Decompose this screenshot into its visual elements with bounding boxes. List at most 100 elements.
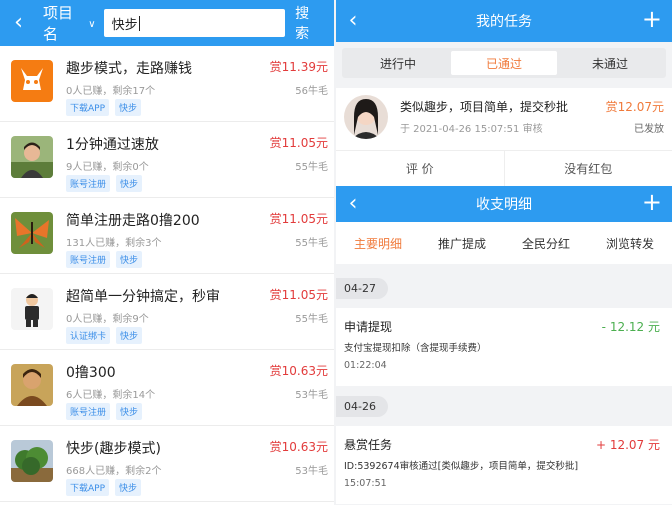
butterfly-avatar bbox=[11, 212, 53, 254]
task-title: 快步(趣步模式) bbox=[66, 441, 161, 457]
ledger-title: 收支明细 bbox=[476, 197, 532, 213]
task-tag: 认证绑卡 bbox=[66, 327, 111, 344]
task-tag: 快步 bbox=[116, 327, 143, 344]
date-label: 04-27 bbox=[336, 277, 388, 299]
task-title: 超简单一分钟搞定，秒审 bbox=[66, 289, 220, 305]
date-label: 04-26 bbox=[336, 395, 388, 417]
record-description: 支付宝提现扣除（含提现手续费） bbox=[344, 343, 487, 354]
task-tag: 账号注册 bbox=[66, 403, 111, 420]
task-reward: 赏11.39元 bbox=[269, 60, 328, 74]
review-button[interactable]: 评 价 bbox=[336, 151, 504, 186]
task-tag: 快步 bbox=[115, 479, 142, 496]
ledger-record[interactable]: 悬赏任务 ID:5392674审核通过[类似趣步，项目简单，提交秒批] 15:0… bbox=[336, 426, 672, 504]
task-tag: 快步 bbox=[116, 175, 143, 192]
task-tag: 快步 bbox=[116, 251, 143, 268]
date-group: 04-27 bbox=[336, 274, 672, 302]
back-arrow-icon[interactable]: ‹ bbox=[342, 193, 364, 215]
project-name-label: 项目名 bbox=[42, 4, 73, 43]
task-title: 趣步模式，走路赚钱 bbox=[66, 61, 192, 77]
tab-main-details[interactable]: 主要明细 bbox=[336, 235, 420, 252]
task-coin: 55牛毛 bbox=[295, 314, 328, 325]
warrior-avatar bbox=[11, 364, 53, 406]
task-title: 0撸300 bbox=[66, 365, 116, 381]
my-task-status: 已发放 bbox=[634, 124, 664, 135]
task-item[interactable]: 趣步模式，走路赚钱 0人已赚，剩余17个 下载APP 快步 赏11.39元 56… bbox=[0, 46, 334, 122]
tab-rejected[interactable]: 未通过 bbox=[557, 51, 663, 75]
task-meta: 0人已赚，剩余9个 bbox=[66, 314, 149, 325]
task-coin: 55牛毛 bbox=[295, 162, 328, 173]
task-search-panel: ‹ 项目名 ∨ 快步 搜 索 趣步模式，走路赚钱 0人已赚，剩余17个 下载AP… bbox=[0, 0, 334, 505]
chevron-down-icon: ∨ bbox=[88, 18, 96, 30]
record-title: 悬赏任务 bbox=[344, 438, 393, 452]
date-group: 04-26 bbox=[336, 392, 672, 420]
task-tag: 快步 bbox=[115, 99, 142, 116]
text-cursor bbox=[138, 15, 140, 31]
task-reward: 赏11.05元 bbox=[269, 136, 328, 150]
task-tag: 账号注册 bbox=[66, 251, 111, 268]
task-coin: 55牛毛 bbox=[295, 238, 328, 249]
task-coin: 53牛毛 bbox=[295, 466, 328, 477]
task-status-tabs: 进行中 已通过 未通过 bbox=[342, 48, 666, 78]
my-task-title: 类似趣步，项目简单，提交秒批 bbox=[400, 100, 569, 114]
record-description: ID:5392674审核通过[类似趣步，项目简单，提交秒批] bbox=[344, 461, 579, 472]
task-title: 1分钟通过速放 bbox=[66, 137, 159, 153]
portrait-avatar bbox=[11, 136, 53, 178]
my-task-time: 于 2021-04-26 15:07:51 审核 bbox=[400, 124, 543, 135]
my-tasks-panel: ‹ 我的任务 + 进行中 已通过 未通过 类似趣步，项目简单，提交秒批 于 20… bbox=[336, 0, 672, 505]
plus-icon[interactable]: + bbox=[642, 7, 662, 31]
record-amount: - 12.12 元 bbox=[601, 320, 660, 334]
task-item[interactable]: 1分钟通过速放 9人已赚，剩余0个 账号注册 快步 赏11.05元 55牛毛 bbox=[0, 122, 334, 198]
task-item[interactable]: 超简单一分钟搞定，秒审 0人已赚，剩余9个 认证绑卡 快步 赏11.05元 55… bbox=[0, 274, 334, 350]
task-coin: 53牛毛 bbox=[295, 390, 328, 401]
my-task-reward: 赏12.07元 bbox=[605, 100, 664, 114]
task-meta: 0人已赚，剩余17个 bbox=[66, 86, 156, 97]
task-list: 趣步模式，走路赚钱 0人已赚，剩余17个 下载APP 快步 赏11.39元 56… bbox=[0, 46, 334, 502]
my-tasks-header: ‹ 我的任务 + bbox=[336, 0, 672, 42]
search-input-value: 快步 bbox=[111, 17, 138, 33]
screenshot-root: ‹ 项目名 ∨ 快步 搜 索 趣步模式，走路赚钱 0人已赚，剩余17个 下载AP… bbox=[0, 0, 672, 505]
tree-avatar bbox=[11, 440, 53, 482]
back-arrow-icon[interactable]: ‹ bbox=[8, 12, 29, 34]
no-red-packet-button[interactable]: 没有红包 bbox=[503, 151, 672, 186]
task-coin: 56牛毛 bbox=[295, 86, 328, 97]
record-amount: + 12.07 元 bbox=[595, 438, 660, 452]
task-tag: 快步 bbox=[116, 403, 143, 420]
task-tag: 下载APP bbox=[66, 479, 110, 496]
tab-dividends[interactable]: 全民分红 bbox=[504, 235, 588, 252]
my-task-card[interactable]: 类似趣步，项目简单，提交秒批 于 2021-04-26 15:07:51 审核 … bbox=[336, 88, 672, 150]
my-tasks-title: 我的任务 bbox=[476, 14, 532, 30]
my-task-actions: 评 价 没有红包 bbox=[336, 150, 672, 186]
task-item[interactable]: 快步(趣步模式) 668人已赚，剩余2个 下载APP 快步 赏10.63元 53… bbox=[0, 426, 334, 502]
task-reward: 赏11.05元 bbox=[269, 288, 328, 302]
task-reward: 赏10.63元 bbox=[269, 440, 328, 454]
ledger-tabs: 主要明细 推广提成 全民分红 浏览转发 bbox=[336, 222, 672, 264]
task-reward: 赏10.63元 bbox=[269, 364, 328, 378]
task-tag: 账号注册 bbox=[66, 175, 111, 192]
tab-in-progress[interactable]: 进行中 bbox=[345, 51, 451, 75]
record-title: 申请提现 bbox=[344, 320, 393, 334]
task-item[interactable]: 0撸300 6人已赚，剩余14个 账号注册 快步 赏10.63元 53牛毛 bbox=[0, 350, 334, 426]
search-input[interactable]: 快步 bbox=[103, 9, 286, 37]
task-reward: 赏11.05元 bbox=[269, 212, 328, 226]
ledger-header: ‹ 收支明细 + bbox=[336, 186, 672, 222]
record-time: 01:22:04 bbox=[344, 360, 387, 371]
ledger-record[interactable]: 申请提现 支付宝提现扣除（含提现手续费） 01:22:04 - 12.12 元 bbox=[336, 308, 672, 386]
tab-browse-share[interactable]: 浏览转发 bbox=[588, 235, 672, 252]
task-tag: 下载APP bbox=[66, 99, 110, 116]
search-header: ‹ 项目名 ∨ 快步 搜 索 bbox=[0, 0, 334, 46]
search-button[interactable]: 搜 索 bbox=[295, 3, 326, 43]
back-arrow-icon[interactable]: ‹ bbox=[342, 10, 364, 32]
cartoon-man-avatar bbox=[11, 288, 53, 330]
task-meta: 131人已赚，剩余3个 bbox=[66, 238, 162, 249]
task-meta: 9人已赚，剩余0个 bbox=[66, 162, 149, 173]
task-item[interactable]: 简单注册走路0撸200 131人已赚，剩余3个 账号注册 快步 赏11.05元 … bbox=[0, 198, 334, 274]
record-time: 15:07:51 bbox=[344, 478, 387, 489]
task-title: 简单注册走路0撸200 bbox=[66, 213, 200, 229]
tab-referral-commission[interactable]: 推广提成 bbox=[420, 235, 504, 252]
tab-approved[interactable]: 已通过 bbox=[451, 51, 557, 75]
plus-icon[interactable]: + bbox=[642, 190, 662, 214]
project-name-dropdown[interactable]: 项目名 ∨ bbox=[43, 2, 96, 44]
task-meta: 668人已赚，剩余2个 bbox=[66, 466, 162, 477]
orange-llama-icon bbox=[11, 60, 53, 102]
task-meta: 6人已赚，剩余14个 bbox=[66, 390, 156, 401]
